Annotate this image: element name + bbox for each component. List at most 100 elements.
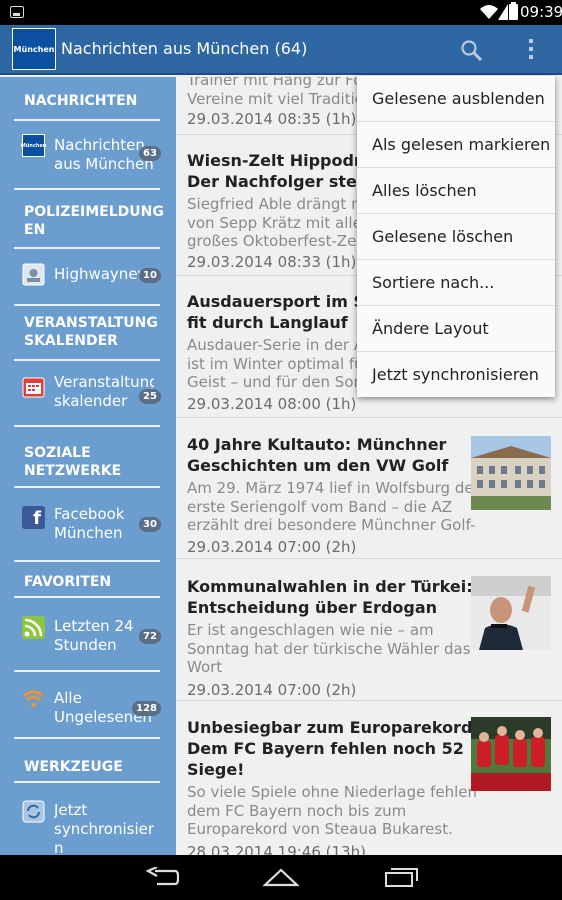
article-item[interactable]: 40 Jahre Kultauto: Münchner Geschichten …: [176, 418, 562, 559]
menu-item-sortiere-nach[interactable]: Sortiere nach...: [357, 260, 555, 306]
search-icon[interactable]: [460, 39, 484, 63]
sidebar-item-letzten-24-stunden[interactable]: Letzten 24 Stunden 72: [0, 615, 176, 663]
sidebar-heading: NETZWERKE: [24, 463, 122, 479]
building-photo[interactable]: [471, 436, 551, 510]
article-date: 29.03.2014 08:33 (1h): [187, 253, 357, 271]
article-title: Dem FC Bayern fehlen noch 52: [187, 739, 464, 758]
rss-orange-icon: [23, 690, 44, 708]
unread-count-badge: 128: [132, 701, 161, 716]
article-title: Der Nachfolger steht: [187, 172, 376, 191]
action-bar: München Nachrichten aus München (64): [0, 25, 562, 75]
article-title: Geschichten um den VW Golf: [187, 456, 449, 475]
wifi-icon: [480, 5, 498, 19]
sidebar-item-facebook[interactable]: f Facebook München 30: [0, 504, 176, 552]
article-excerpt: Sonntag hat der türkische Wähler das: [187, 640, 471, 658]
sidebar-heading: NACHRICHTEN: [24, 93, 138, 109]
sidebar-item-label: aus München: [54, 155, 154, 173]
article-excerpt: erste Seriengolf vom Band – die AZ: [187, 498, 453, 516]
divider: [14, 670, 160, 672]
article-date: 29.03.2014 08:00 (1h): [187, 395, 357, 413]
app-logo[interactable]: München: [12, 28, 56, 70]
recents-icon[interactable]: [385, 867, 419, 887]
divider: [14, 781, 160, 783]
divider: [14, 188, 160, 190]
menu-item-aendere-layout[interactable]: Ändere Layout: [357, 306, 555, 352]
article-excerpt: Er ist angeschlagen wie nie – am: [187, 621, 434, 639]
sync-icon: [22, 800, 45, 823]
article-title: Unbesiegbar zum Europarekord:: [187, 718, 479, 737]
article-date: 29.03.2014 07:00 (2h): [187, 681, 357, 699]
article-excerpt: Ausdauer-Serie in der AZ:: [187, 336, 380, 354]
sidebar-heading: WERKZEUGE: [24, 759, 123, 775]
unread-count-badge: 30: [139, 517, 161, 532]
article-excerpt: dem FC Bayern noch bis zum: [187, 802, 407, 820]
sidebar-item-label: synchronisiere: [54, 820, 154, 838]
police-icon: [22, 263, 45, 286]
facebook-icon: f: [22, 506, 45, 529]
divider: [14, 486, 160, 488]
unread-count-badge: 72: [139, 629, 161, 644]
overflow-menu: Gelesene ausblenden Als gelesen markiere…: [357, 76, 555, 397]
sidebar-item-highwaynews[interactable]: Highwaynews 10: [0, 257, 176, 305]
sidebar-heading: VERANSTALTUNG: [24, 315, 158, 331]
battery-icon: [509, 2, 518, 20]
calendar-icon: [22, 377, 45, 398]
overflow-menu-icon[interactable]: [526, 39, 536, 61]
sidebar-item-veranstaltungskalender[interactable]: Veranstaltung skalender 25: [0, 369, 176, 417]
unread-count-badge: 10: [139, 268, 161, 283]
sidebar: NACHRICHTEN München Nachrichten aus Münc…: [0, 77, 176, 855]
article-excerpt: von Sepp Krätz mit allen: [187, 214, 372, 232]
article-title: Kommunalwahlen in der Türkei:: [187, 577, 473, 596]
menu-item-label: Alles löschen: [372, 181, 477, 200]
signal-icon: [498, 4, 508, 20]
article-excerpt: Am 29. März 1974 lief in Wolfsburg der: [187, 479, 480, 497]
article-date: 29.03.2014 07:00 (2h): [187, 538, 357, 556]
divider: [14, 425, 160, 427]
divider: [14, 596, 160, 598]
sidebar-item-jetzt-synchronisieren[interactable]: Jetzt synchronisiere n: [0, 799, 176, 855]
divider: [14, 304, 160, 306]
sidebar-heading: POLIZEIMELDUNG: [24, 204, 164, 220]
article-excerpt: erzählt drei besondere Münchner Golf-: [187, 516, 476, 534]
divider: [14, 359, 160, 361]
article-item[interactable]: Unbesiegbar zum Europarekord: Dem FC Bay…: [176, 701, 562, 855]
football-photo[interactable]: [471, 717, 551, 791]
menu-item-jetzt-synchronisieren[interactable]: Jetzt synchronisieren: [357, 352, 555, 398]
divider: [14, 119, 160, 121]
home-icon[interactable]: [263, 867, 299, 887]
sidebar-item-label: Veranstaltung: [54, 373, 154, 391]
politician-photo[interactable]: [471, 576, 551, 650]
article-title: 40 Jahre Kultauto: Münchner: [187, 435, 447, 454]
unread-count-badge: 25: [139, 389, 161, 404]
article-date: 29.03.2014 08:35 (1h): [187, 110, 357, 128]
menu-item-als-gelesen-markieren[interactable]: Als gelesen markieren: [357, 122, 555, 168]
divider: [14, 737, 160, 739]
navigation-bar: [0, 855, 562, 900]
sidebar-item-alle-ungelesenen[interactable]: Alle Ungelesenen 128: [0, 689, 176, 737]
sidebar-item-nachrichten[interactable]: München Nachrichten aus München 63: [0, 132, 176, 180]
menu-item-label: Gelesene löschen: [372, 227, 514, 246]
article-title: fit durch Langlauf: [187, 313, 348, 332]
article-excerpt: Vereine mit viel Tradition: [187, 90, 374, 108]
menu-item-gelesene-ausblenden[interactable]: Gelesene ausblenden: [357, 76, 555, 122]
sidebar-heading: SKALENDER: [24, 333, 118, 349]
page-title: Nachrichten aus München (64): [61, 39, 308, 58]
status-bar: 09:39: [0, 0, 562, 25]
back-icon[interactable]: [145, 867, 179, 887]
sidebar-item-label: Jetzt: [54, 801, 88, 819]
article-item[interactable]: Kommunalwahlen in der Türkei: Entscheidu…: [176, 559, 562, 701]
sidebar-heading: EN: [24, 222, 46, 238]
menu-item-label: Als gelesen markieren: [372, 135, 551, 154]
article-excerpt: Europarekord von Steaua Bukarest.: [187, 820, 453, 838]
sidebar-item-label: n: [54, 839, 64, 855]
article-date: 28.03.2014 19:46 (13h): [187, 843, 366, 855]
sidebar-heading: SOZIALE: [24, 445, 91, 461]
menu-item-alles-loeschen[interactable]: Alles löschen: [357, 168, 555, 214]
rss-icon: [22, 616, 45, 639]
menu-item-gelesene-loeschen[interactable]: Gelesene löschen: [357, 214, 555, 260]
menu-item-label: Sortiere nach...: [372, 273, 495, 292]
notification-icon: [10, 6, 24, 18]
clock: 09:39: [520, 3, 562, 21]
muenchen-logo-icon: München: [21, 134, 46, 157]
sidebar-heading: FAVORITEN: [24, 574, 112, 590]
